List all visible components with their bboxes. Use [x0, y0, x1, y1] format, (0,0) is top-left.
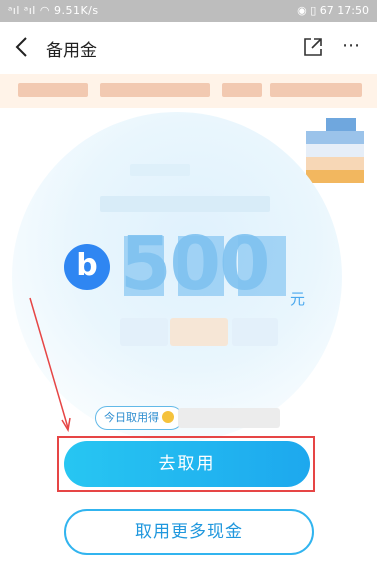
banner-blur	[18, 83, 88, 97]
more-horizontal-icon[interactable]: ⋯	[339, 36, 363, 60]
coin-icon	[162, 411, 174, 423]
banner-blur	[222, 83, 262, 97]
today-reward-tag: 今日取用得	[95, 406, 183, 430]
tag-value-blur	[178, 408, 280, 428]
eye-icon: ◉	[297, 4, 307, 17]
amount-value: 500	[120, 221, 270, 307]
hero-detail-blur	[120, 318, 168, 346]
amount-unit: 元	[290, 290, 306, 308]
side-promo-card[interactable]	[306, 118, 364, 183]
share-icon[interactable]	[301, 35, 325, 59]
battery-level: 67	[319, 4, 334, 17]
banner-blur	[270, 83, 362, 97]
withdraw-more-button[interactable]: 取用更多现金	[64, 509, 314, 555]
page-title: 备用金	[46, 41, 97, 61]
hero-subtitle-blur	[130, 164, 190, 176]
wifi-icon: ◠	[39, 4, 50, 17]
status-time: 17:50	[337, 4, 369, 17]
hero-subtitle-blur	[100, 196, 270, 212]
banner-blur	[100, 83, 210, 97]
tag-label: 今日取用得	[104, 411, 159, 424]
network-speed: 9.51K/s	[53, 4, 99, 17]
highlight-annotation	[57, 436, 315, 492]
chevron-left-icon[interactable]	[10, 34, 36, 60]
brand-logo: b	[64, 244, 110, 290]
status-right: ◉ ▯ 67 17:50	[297, 4, 369, 17]
status-bar: ᵃıl ᵃıl ◠ 9.51K/s ◉ ▯ 67 17:50	[0, 0, 377, 22]
top-navbar: 备用金 ⋯	[0, 22, 377, 74]
promo-banner[interactable]	[0, 74, 377, 108]
hero-detail-blur	[170, 318, 228, 346]
status-left: ᵃıl ᵃıl ◠ 9.51K/s	[8, 4, 99, 17]
vibrate-icon: ▯	[310, 4, 317, 17]
hero-detail-blur	[232, 318, 278, 346]
signal-icon: ᵃıl ᵃıl	[8, 4, 36, 17]
